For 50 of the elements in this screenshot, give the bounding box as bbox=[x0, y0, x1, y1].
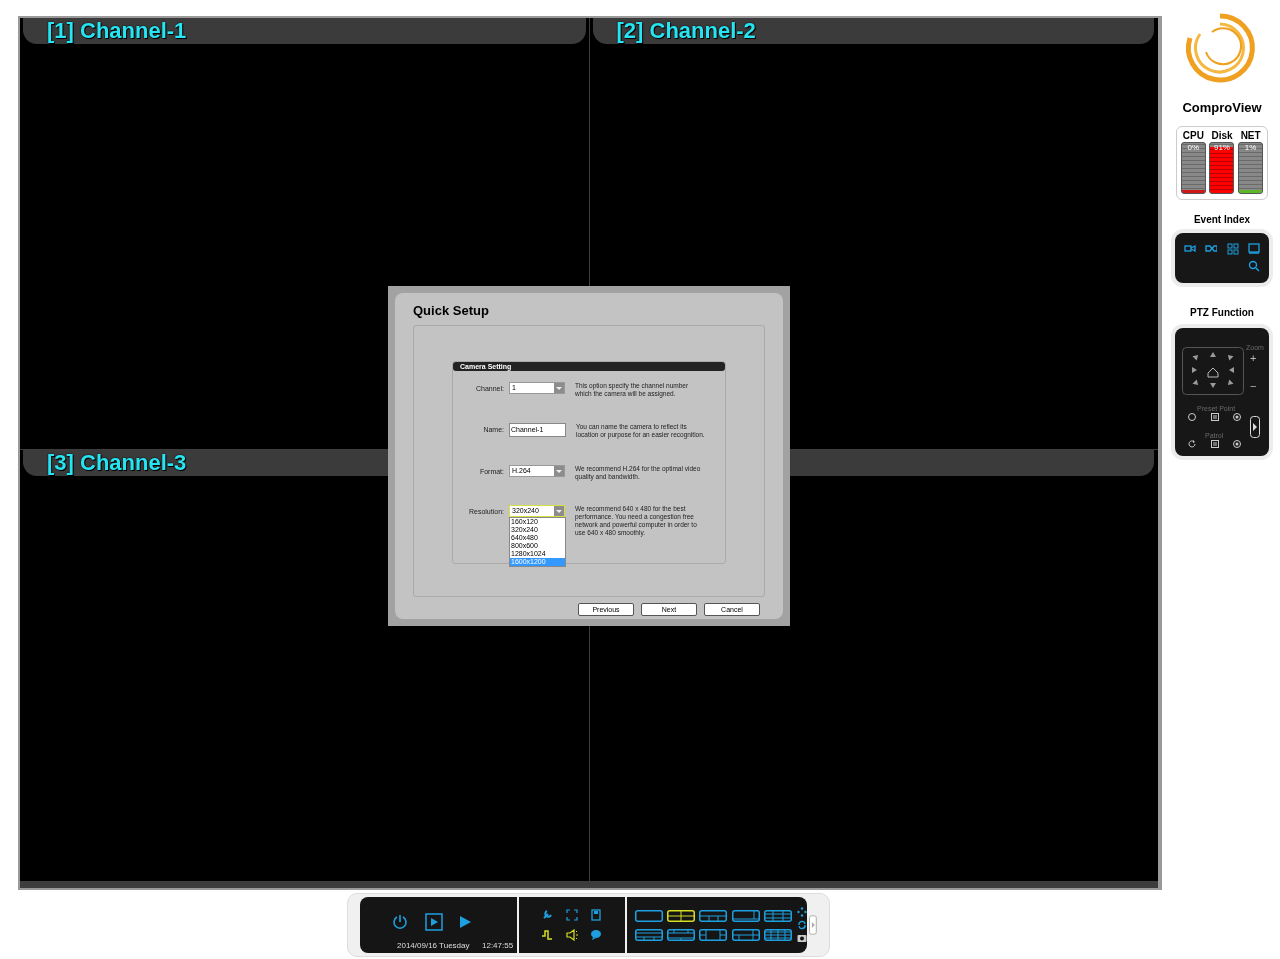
camera-icon[interactable] bbox=[797, 933, 808, 943]
date-text: 2014/09/16 Tuesday bbox=[397, 942, 470, 950]
power-icon[interactable] bbox=[391, 913, 409, 931]
layout-icon[interactable] bbox=[731, 909, 760, 922]
layout-icon[interactable] bbox=[634, 909, 663, 922]
layout-icon[interactable] bbox=[634, 928, 663, 941]
channel-title: [2] Channel-2 bbox=[616, 20, 756, 42]
target-icon[interactable] bbox=[1232, 411, 1242, 422]
save-icon[interactable] bbox=[590, 909, 603, 921]
zoom-out-button[interactable]: − bbox=[1250, 380, 1257, 392]
channel-title: [3] Channel-3 bbox=[47, 452, 187, 474]
brand-name: ComproView bbox=[1182, 99, 1262, 117]
list-icon[interactable] bbox=[1210, 411, 1220, 422]
grid-icon[interactable] bbox=[1226, 243, 1239, 255]
play-icon[interactable] bbox=[458, 914, 472, 930]
move-icon[interactable] bbox=[797, 907, 808, 917]
search-icon[interactable] bbox=[1248, 260, 1261, 272]
meter-label: NET bbox=[1240, 129, 1261, 142]
target-icon[interactable] bbox=[1232, 438, 1242, 449]
layout-icon[interactable] bbox=[763, 909, 792, 922]
dialog-title: Quick Setup bbox=[413, 302, 490, 320]
speaker-icon[interactable] bbox=[565, 929, 578, 941]
list-icon[interactable] bbox=[1210, 438, 1220, 449]
monitor-icon[interactable] bbox=[1248, 243, 1261, 255]
layout-icon[interactable] bbox=[731, 928, 760, 941]
direction-pad[interactable] bbox=[1182, 346, 1244, 395]
signal-icon[interactable] bbox=[541, 929, 554, 941]
meter-reading: 0% bbox=[1186, 142, 1201, 153]
meter-label: CPU bbox=[1182, 129, 1204, 142]
fullscreen-icon[interactable] bbox=[565, 909, 578, 921]
layout-icon[interactable] bbox=[699, 909, 728, 922]
layout-icon[interactable] bbox=[667, 928, 695, 941]
expand-handle-icon[interactable] bbox=[809, 915, 817, 935]
meter-label: Disk bbox=[1211, 129, 1233, 142]
camera-icon[interactable] bbox=[1183, 243, 1196, 255]
layout-icon[interactable] bbox=[763, 928, 792, 941]
channel-title: [1] Channel-1 bbox=[47, 20, 187, 42]
playback-icon[interactable] bbox=[425, 913, 443, 931]
chat-icon[interactable] bbox=[590, 929, 603, 941]
zoom-in-button[interactable]: + bbox=[1250, 352, 1257, 364]
circle-icon[interactable] bbox=[1187, 411, 1197, 422]
time-text: 12:47:55 bbox=[482, 942, 514, 950]
section-title: PTZ Function bbox=[1190, 305, 1254, 320]
meter-reading: 91% bbox=[1212, 142, 1231, 153]
section-title: Event Index bbox=[1193, 212, 1251, 227]
layout-icon[interactable] bbox=[699, 928, 728, 941]
cycle-icon[interactable] bbox=[797, 920, 808, 930]
meter-reading: 1% bbox=[1243, 142, 1258, 153]
link-icon[interactable] bbox=[1205, 243, 1218, 255]
refresh-icon[interactable] bbox=[1187, 438, 1197, 449]
